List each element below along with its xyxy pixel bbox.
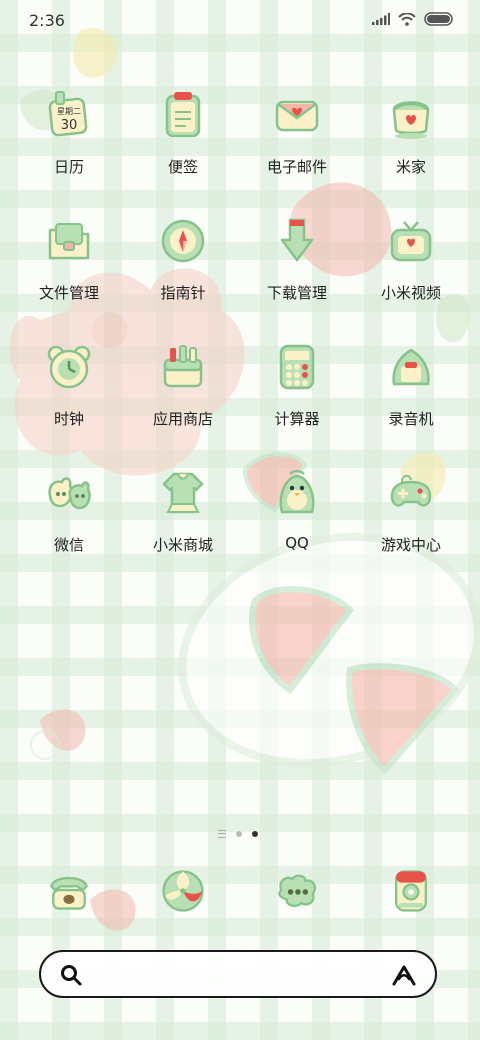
dock-browser[interactable] xyxy=(126,866,240,916)
home-icon xyxy=(392,101,430,139)
app-label: 电子邮件 xyxy=(266,158,327,176)
battery-icon xyxy=(424,12,453,26)
calendar-day: 30 xyxy=(61,118,78,133)
calendar-weekday: 星期二 xyxy=(57,107,81,116)
calculator-icon xyxy=(279,344,315,390)
app-appstore[interactable]: 应用商店 xyxy=(126,340,240,466)
app-notes[interactable]: 便签 xyxy=(126,88,240,214)
dock-messages[interactable] xyxy=(240,866,354,916)
app-wechat[interactable]: 微信 xyxy=(12,466,126,592)
app-recorder[interactable]: 录音机 xyxy=(354,340,468,466)
app-label: 米家 xyxy=(395,158,426,176)
app-calculator[interactable]: 计算器 xyxy=(240,340,354,466)
qq-icon xyxy=(279,469,315,514)
notes-icon xyxy=(165,92,201,138)
app-label: 日历 xyxy=(53,158,84,176)
app-mimall[interactable]: 小米商城 xyxy=(126,466,240,592)
folder-icon xyxy=(48,223,90,260)
phone-icon xyxy=(50,876,88,910)
gamepad-icon xyxy=(390,474,432,507)
app-label: 计算器 xyxy=(274,410,320,428)
app-mihome[interactable]: 米家 xyxy=(354,88,468,214)
browser-icon xyxy=(162,870,204,912)
app-label: 录音机 xyxy=(388,410,434,428)
app-label: QQ xyxy=(285,534,309,552)
dock xyxy=(12,866,468,916)
dock-camera[interactable] xyxy=(354,866,468,916)
app-label: 小米商城 xyxy=(152,536,213,554)
wechat-icon xyxy=(48,477,91,510)
clock-icon xyxy=(47,345,91,389)
compass-icon xyxy=(161,219,205,263)
dock-phone[interactable] xyxy=(12,866,126,916)
mail-icon xyxy=(275,100,319,132)
app-label: 应用商店 xyxy=(152,410,213,428)
app-mivideo[interactable]: 小米视频 xyxy=(354,214,468,340)
app-compass[interactable]: 指南针 xyxy=(126,214,240,340)
messages-icon xyxy=(278,874,317,907)
calendar-icon: 星期二 30 xyxy=(48,91,88,137)
status-time: 2:36 xyxy=(29,11,65,30)
tv-icon xyxy=(390,221,432,262)
download-icon xyxy=(280,218,314,262)
app-label: 指南针 xyxy=(160,284,206,302)
app-calendar[interactable]: 星期二 30 日历 xyxy=(12,88,126,214)
pager-menu-icon xyxy=(218,830,226,838)
recorder-icon xyxy=(392,348,430,386)
app-label: 游戏中心 xyxy=(380,536,441,554)
app-label: 下载管理 xyxy=(266,284,327,302)
app-label: 文件管理 xyxy=(38,284,99,302)
app-mail[interactable]: 电子邮件 xyxy=(240,88,354,214)
search-icon xyxy=(61,965,82,986)
app-gamecenter[interactable]: 游戏中心 xyxy=(354,466,468,592)
app-label: 小米视频 xyxy=(380,284,441,302)
app-files[interactable]: 文件管理 xyxy=(12,214,126,340)
app-clock[interactable]: 时钟 xyxy=(12,340,126,466)
app-grid: 星期二 30 日历 便签 电子邮件 米家 文件管理 指南针 下载管理 小米视频 … xyxy=(12,88,468,592)
app-label: 时钟 xyxy=(53,410,84,428)
app-qq[interactable]: QQ xyxy=(240,466,354,592)
status-icons xyxy=(372,12,454,26)
page-dot xyxy=(236,831,242,837)
store-icon xyxy=(163,345,203,388)
app-label: 微信 xyxy=(53,536,84,554)
signal-icon xyxy=(372,13,390,25)
search-bar[interactable] xyxy=(39,950,437,998)
page-dot-active xyxy=(252,831,258,837)
camera-icon xyxy=(395,870,427,912)
page-indicator[interactable] xyxy=(218,830,258,838)
app-label: 便签 xyxy=(167,158,198,176)
app-downloads[interactable]: 下载管理 xyxy=(240,214,354,340)
wifi-icon xyxy=(398,12,416,26)
status-bar: 2:36 xyxy=(0,0,480,40)
assistant-icon[interactable] xyxy=(391,963,417,987)
mall-icon xyxy=(162,472,204,514)
